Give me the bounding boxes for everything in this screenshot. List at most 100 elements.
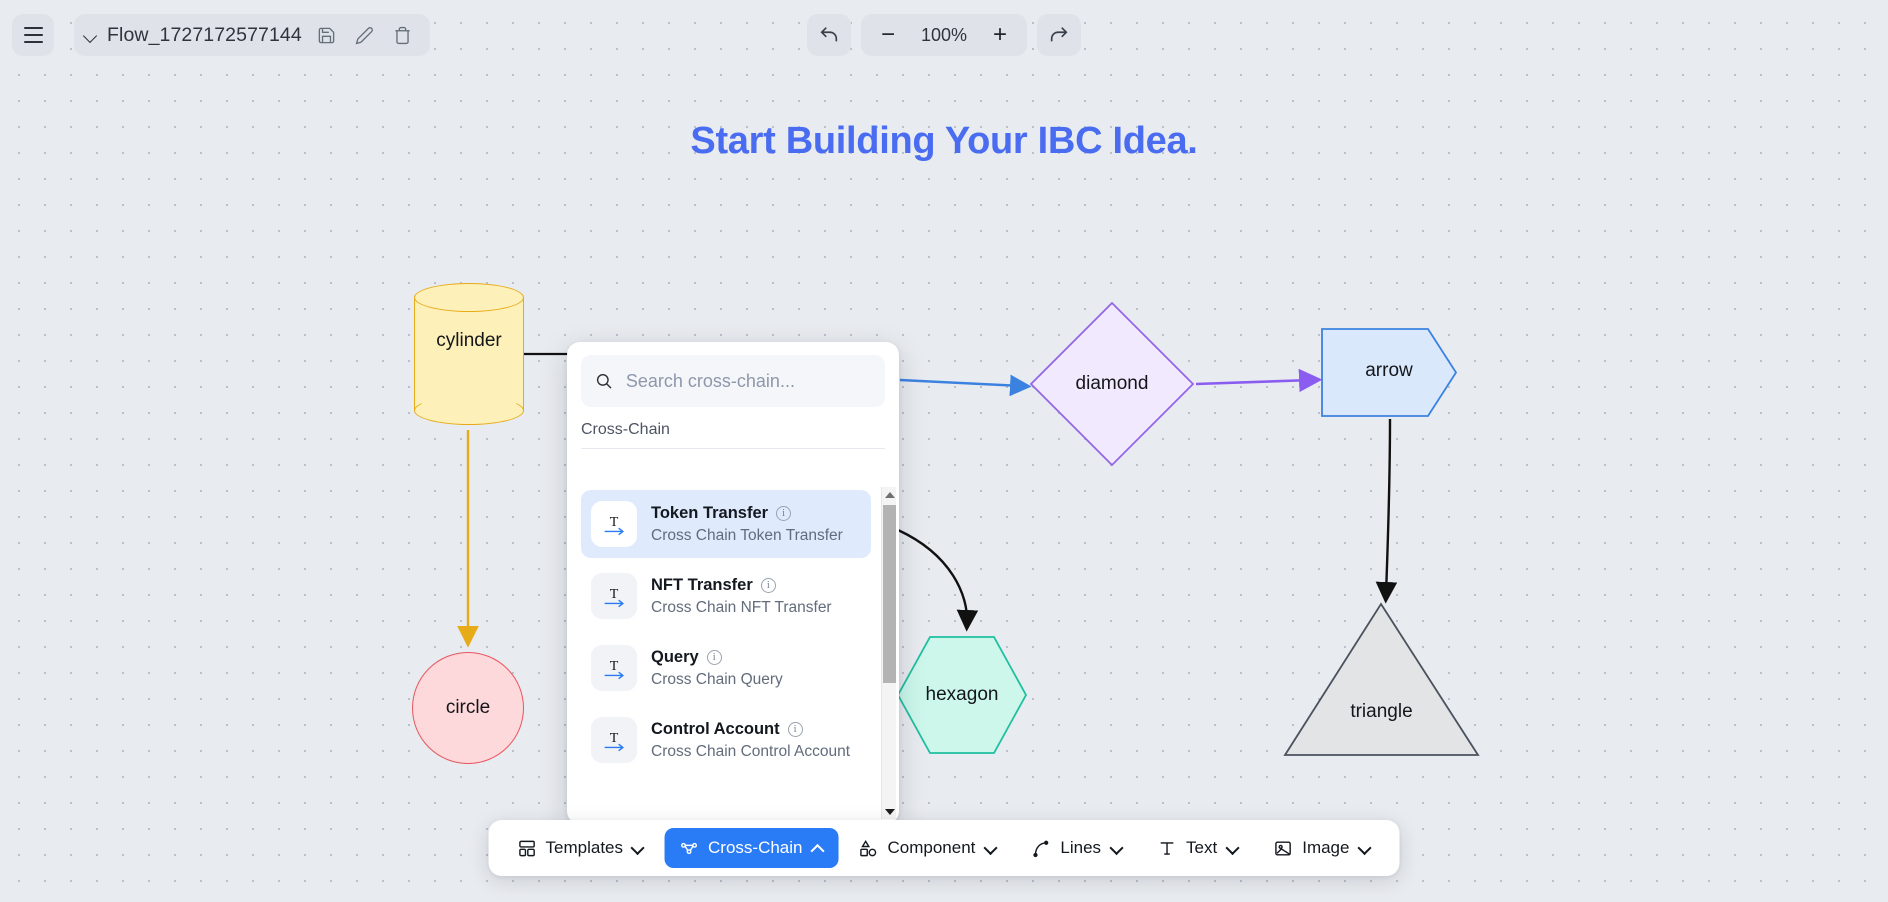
chevron-down-icon	[984, 842, 997, 855]
item-icon-wrap: T	[591, 717, 637, 763]
file-name-label[interactable]: Flow_1727172577144	[107, 24, 302, 47]
item-texts: Token Transfer i Cross Chain Token Trans…	[651, 504, 843, 545]
hamburger-menu-icon	[23, 25, 43, 46]
page-title: Start Building Your IBC Idea.	[690, 120, 1198, 162]
toolbar-label: Templates	[545, 838, 624, 857]
search-icon	[596, 373, 612, 389]
info-icon[interactable]: i	[760, 577, 776, 593]
toolbar-label: Lines	[1060, 838, 1102, 857]
delete-button[interactable]	[390, 22, 416, 48]
scroll-down-arrow-icon[interactable]	[882, 804, 897, 819]
chevron-down-icon	[1226, 842, 1239, 855]
toolbar-button-lines[interactable]: Lines	[1017, 828, 1137, 868]
templates-grid-icon	[517, 838, 537, 858]
zoom-out-button[interactable]: −	[867, 14, 909, 56]
item-title-row: NFT Transfer i	[651, 576, 832, 595]
text-transfer-icon: T	[604, 659, 625, 680]
item-title-row: Query i	[651, 648, 783, 667]
item-texts: Query i Cross Chain Query	[651, 648, 783, 689]
canvas-node-circle[interactable]: circle	[412, 652, 524, 764]
item-title: Query	[651, 647, 699, 666]
toolbar-button-cross-chain[interactable]: Cross-Chain	[665, 828, 839, 868]
info-icon[interactable]: i	[776, 505, 792, 521]
bottom-toolbar: Templates Cross-Chain Component Lines Te…	[488, 820, 1400, 876]
edit-button[interactable]	[352, 22, 378, 48]
list-item-token-transfer[interactable]: T Token Transfer i Cross Chain Token Tra…	[581, 490, 871, 558]
node-label: triangle	[1350, 701, 1413, 722]
edge-diamond-arrow	[1195, 368, 1323, 393]
canvas-node-diamond[interactable]: diamond	[1029, 301, 1195, 467]
item-icon-wrap: T	[591, 501, 637, 547]
node-label: diamond	[1075, 373, 1149, 394]
info-icon[interactable]: i	[787, 721, 803, 737]
text-transfer-icon: T	[604, 731, 625, 752]
lines-curve-icon	[1031, 838, 1051, 858]
cross-chain-dropdown-panel: Cross-Chain T Token Transfer i Cross Cha	[567, 342, 899, 824]
edge-diamond-hexagon	[897, 528, 979, 632]
item-description: Cross Chain Query	[651, 670, 783, 688]
canvas-node-arrow[interactable]: arrow	[1320, 327, 1458, 418]
toolbar-button-image[interactable]: Image	[1259, 828, 1385, 868]
svg-text:T: T	[610, 731, 619, 746]
triangle-shape	[1283, 602, 1480, 756]
item-title-row: Token Transfer i	[651, 504, 843, 523]
save-disk-icon	[319, 27, 335, 43]
hamburger-menu-button[interactable]	[12, 14, 54, 56]
canvas-node-hexagon[interactable]: hexagon	[896, 635, 1028, 755]
toolbar-label: Image	[1302, 838, 1350, 857]
node-label: arrow	[1365, 360, 1413, 381]
save-button[interactable]	[314, 22, 340, 48]
scroll-up-arrow-icon[interactable]	[882, 487, 897, 502]
item-title: Token Transfer	[651, 503, 769, 522]
node-label: hexagon	[925, 684, 999, 705]
item-description: Cross Chain NFT Transfer	[651, 598, 832, 616]
item-icon-wrap: T	[591, 573, 637, 619]
toolbar-button-text[interactable]: Text	[1143, 828, 1253, 868]
toolbar-label: Text	[1186, 838, 1218, 857]
zoom-pill: − 100% +	[861, 14, 1027, 56]
chevron-down-icon[interactable]	[84, 29, 97, 42]
canvas-node-triangle[interactable]: triangle	[1283, 601, 1480, 758]
toolbar-button-templates[interactable]: Templates	[503, 828, 659, 868]
edge-panel-diamond	[899, 374, 1032, 397]
chevron-up-icon	[812, 842, 825, 855]
cross-chain-list: T Token Transfer i Cross Chain Token Tra…	[567, 484, 899, 824]
search-field-wrapper[interactable]	[581, 355, 885, 407]
scrollbar-thumb[interactable]	[883, 505, 896, 683]
svg-text:T: T	[610, 659, 619, 674]
info-icon[interactable]: i	[706, 649, 722, 665]
svg-text:T: T	[610, 515, 619, 530]
undo-arrow-icon	[820, 27, 838, 42]
edge-arrow-triangle	[1375, 418, 1398, 604]
cross-chain-nodes-icon	[679, 838, 699, 858]
node-label: circle	[445, 697, 491, 718]
undo-button[interactable]	[807, 14, 851, 56]
item-icon-wrap: T	[591, 645, 637, 691]
toolbar-button-component[interactable]: Component	[845, 828, 1012, 868]
item-texts: Control Account i Cross Chain Control Ac…	[651, 720, 850, 761]
redo-button[interactable]	[1037, 14, 1081, 56]
search-input[interactable]	[623, 369, 871, 393]
panel-scrollbar[interactable]	[881, 487, 896, 819]
svg-text:T: T	[610, 587, 619, 602]
item-title: NFT Transfer	[651, 575, 753, 594]
list-item-control-account[interactable]: T Control Account i Cross Chain Control …	[581, 706, 871, 774]
text-t-icon	[1157, 838, 1177, 858]
cylinder-bottom	[414, 396, 524, 425]
zoom-in-button[interactable]: +	[979, 14, 1021, 56]
chevron-down-icon	[1110, 842, 1123, 855]
zoom-level-value: 100%	[920, 24, 968, 45]
toolbar-label: Component	[887, 838, 976, 857]
canvas-node-cylinder[interactable]: cylinder	[414, 283, 524, 425]
pencil-edit-icon	[355, 26, 374, 44]
item-description: Cross Chain Token Transfer	[651, 526, 843, 544]
list-item-query[interactable]: T Query i Cross Chain Query	[581, 634, 871, 702]
component-shapes-icon	[859, 838, 879, 858]
trash-delete-icon	[395, 26, 410, 44]
text-transfer-icon: T	[604, 515, 625, 536]
zoom-controls: − 100% +	[807, 14, 1081, 56]
item-title-row: Control Account i	[651, 720, 850, 739]
list-item-nft-transfer[interactable]: T NFT Transfer i Cross Chain NFT Transfe…	[581, 562, 871, 630]
text-transfer-icon: T	[604, 587, 625, 608]
toolbar-label: Cross-Chain	[708, 838, 803, 857]
